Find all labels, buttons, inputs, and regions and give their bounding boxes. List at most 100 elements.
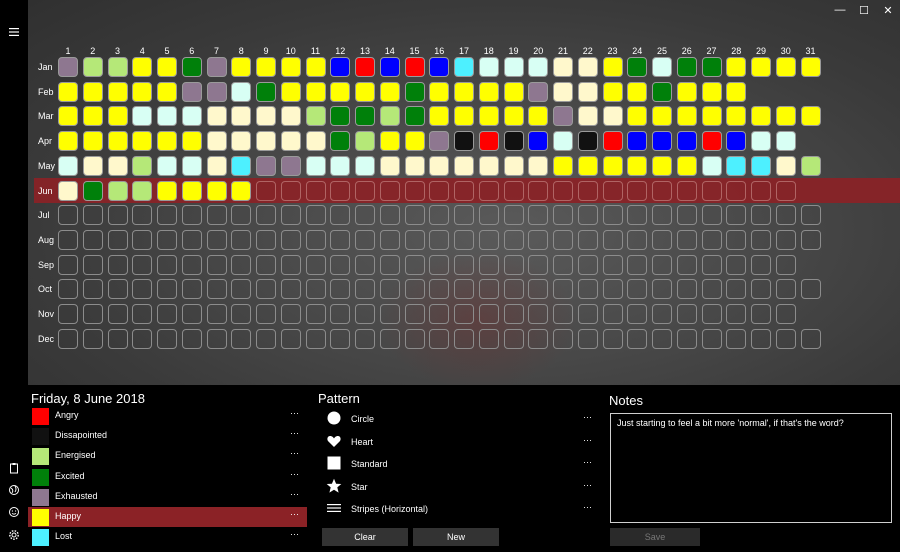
- day-cell[interactable]: [528, 254, 549, 275]
- day-cell[interactable]: [553, 328, 573, 349]
- day-cell[interactable]: [305, 205, 326, 226]
- day-cell[interactable]: [305, 229, 326, 250]
- day-cell[interactable]: [256, 57, 276, 77]
- day-cell[interactable]: [652, 304, 672, 324]
- day-cell[interactable]: [577, 229, 598, 250]
- day-cell[interactable]: [577, 304, 598, 324]
- day-cell[interactable]: [726, 57, 747, 77]
- day-cell[interactable]: [379, 205, 400, 226]
- day-cell[interactable]: [58, 57, 78, 77]
- day-cell[interactable]: [379, 328, 400, 349]
- day-cell[interactable]: [132, 328, 153, 349]
- day-cell[interactable]: [256, 106, 276, 127]
- day-cell[interactable]: [503, 180, 524, 201]
- day-cell[interactable]: [157, 229, 177, 250]
- day-cell[interactable]: [107, 229, 128, 250]
- day-cell[interactable]: [280, 279, 301, 300]
- more-options-icon[interactable]: ···: [583, 412, 592, 422]
- pattern-item[interactable]: Circle ···: [322, 408, 592, 430]
- day-cell[interactable]: [330, 229, 351, 250]
- day-cell[interactable]: [676, 229, 697, 250]
- day-cell[interactable]: [280, 180, 301, 201]
- day-cell[interactable]: [652, 155, 672, 176]
- day-cell[interactable]: [404, 229, 425, 250]
- day-cell[interactable]: [503, 155, 524, 176]
- day-cell[interactable]: [602, 106, 623, 127]
- day-cell[interactable]: [305, 155, 326, 176]
- pattern-item[interactable]: Stripes (Horizontal) ···: [322, 498, 592, 520]
- day-cell[interactable]: [355, 81, 375, 102]
- day-cell[interactable]: [577, 328, 598, 349]
- day-cell[interactable]: [181, 81, 202, 102]
- day-cell[interactable]: [454, 57, 474, 77]
- day-cell[interactable]: [58, 328, 78, 349]
- day-cell[interactable]: [206, 279, 227, 300]
- day-cell[interactable]: [231, 81, 252, 102]
- day-cell[interactable]: [726, 106, 747, 127]
- day-cell[interactable]: [701, 155, 722, 176]
- day-cell[interactable]: [528, 81, 549, 102]
- day-cell[interactable]: [775, 131, 796, 152]
- day-cell[interactable]: [775, 205, 796, 226]
- day-cell[interactable]: [775, 279, 796, 300]
- day-cell[interactable]: [676, 205, 697, 226]
- day-cell[interactable]: [256, 254, 276, 275]
- day-cell[interactable]: [107, 106, 128, 127]
- day-cell[interactable]: [726, 180, 747, 201]
- day-cell[interactable]: [454, 279, 474, 300]
- day-cell[interactable]: [330, 328, 351, 349]
- day-cell[interactable]: [280, 57, 301, 77]
- day-cell[interactable]: [676, 57, 697, 77]
- more-options-icon[interactable]: ···: [290, 469, 299, 479]
- day-cell[interactable]: [701, 106, 722, 127]
- day-cell[interactable]: [355, 106, 375, 127]
- day-cell[interactable]: [379, 155, 400, 176]
- day-cell[interactable]: [676, 328, 697, 349]
- day-cell[interactable]: [58, 279, 78, 300]
- day-cell[interactable]: [330, 254, 351, 275]
- day-cell[interactable]: [577, 57, 598, 77]
- day-cell[interactable]: [726, 229, 747, 250]
- day-cell[interactable]: [503, 304, 524, 324]
- day-cell[interactable]: [676, 279, 697, 300]
- day-cell[interactable]: [503, 106, 524, 127]
- day-cell[interactable]: [157, 81, 177, 102]
- day-cell[interactable]: [404, 328, 425, 349]
- more-options-icon[interactable]: ···: [583, 457, 592, 467]
- day-cell[interactable]: [553, 279, 573, 300]
- day-cell[interactable]: [676, 254, 697, 275]
- day-cell[interactable]: [454, 106, 474, 127]
- day-cell[interactable]: [602, 81, 623, 102]
- day-cell[interactable]: [577, 279, 598, 300]
- day-cell[interactable]: [528, 180, 549, 201]
- day-cell[interactable]: [775, 155, 796, 176]
- day-cell[interactable]: [454, 155, 474, 176]
- day-cell[interactable]: [528, 57, 549, 77]
- day-cell[interactable]: [775, 254, 796, 275]
- day-cell[interactable]: [701, 304, 722, 324]
- day-cell[interactable]: [528, 304, 549, 324]
- day-cell[interactable]: [652, 254, 672, 275]
- day-cell[interactable]: [132, 229, 153, 250]
- day-cell[interactable]: [652, 81, 672, 102]
- day-cell[interactable]: [676, 131, 697, 152]
- day-cell[interactable]: [454, 254, 474, 275]
- more-options-icon[interactable]: ···: [583, 435, 592, 445]
- day-cell[interactable]: [305, 180, 326, 201]
- day-cell[interactable]: [478, 328, 499, 349]
- day-cell[interactable]: [206, 254, 227, 275]
- day-cell[interactable]: [231, 106, 252, 127]
- day-cell[interactable]: [256, 229, 276, 250]
- pattern-item[interactable]: Heart ···: [322, 431, 592, 453]
- day-cell[interactable]: [577, 205, 598, 226]
- day-cell[interactable]: [355, 205, 375, 226]
- day-cell[interactable]: [206, 131, 227, 152]
- day-cell[interactable]: [627, 304, 648, 324]
- day-cell[interactable]: [701, 131, 722, 152]
- day-cell[interactable]: [181, 304, 202, 324]
- day-cell[interactable]: [528, 155, 549, 176]
- day-cell[interactable]: [404, 81, 425, 102]
- settings-gear-icon[interactable]: [0, 524, 28, 546]
- day-cell[interactable]: [280, 81, 301, 102]
- day-cell[interactable]: [478, 81, 499, 102]
